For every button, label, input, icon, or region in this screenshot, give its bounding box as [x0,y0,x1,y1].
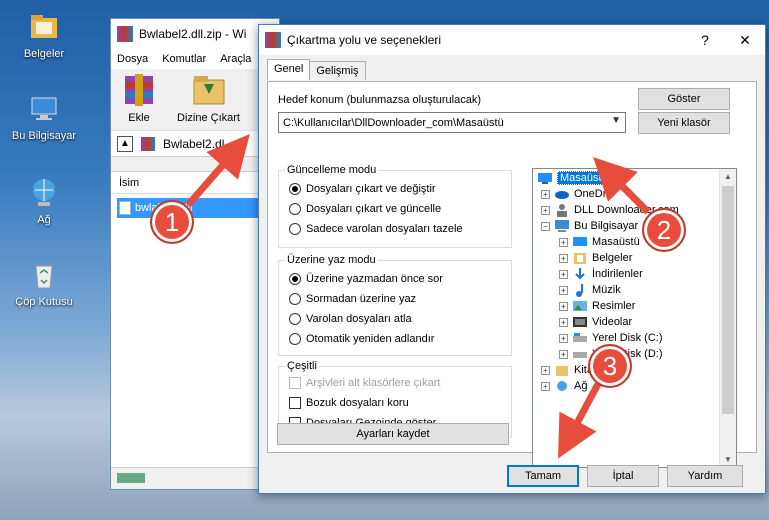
step-badge-2: 2 [642,208,686,252]
step-badge-3: 3 [588,344,632,388]
arrow-step-1 [185,134,250,208]
tab-general[interactable]: Genel [267,59,311,80]
annotation-arrows [185,134,651,459]
arrow-step-3 [558,382,602,459]
step-badge-1: 1 [150,200,194,244]
arrow-step-2 [593,157,651,215]
